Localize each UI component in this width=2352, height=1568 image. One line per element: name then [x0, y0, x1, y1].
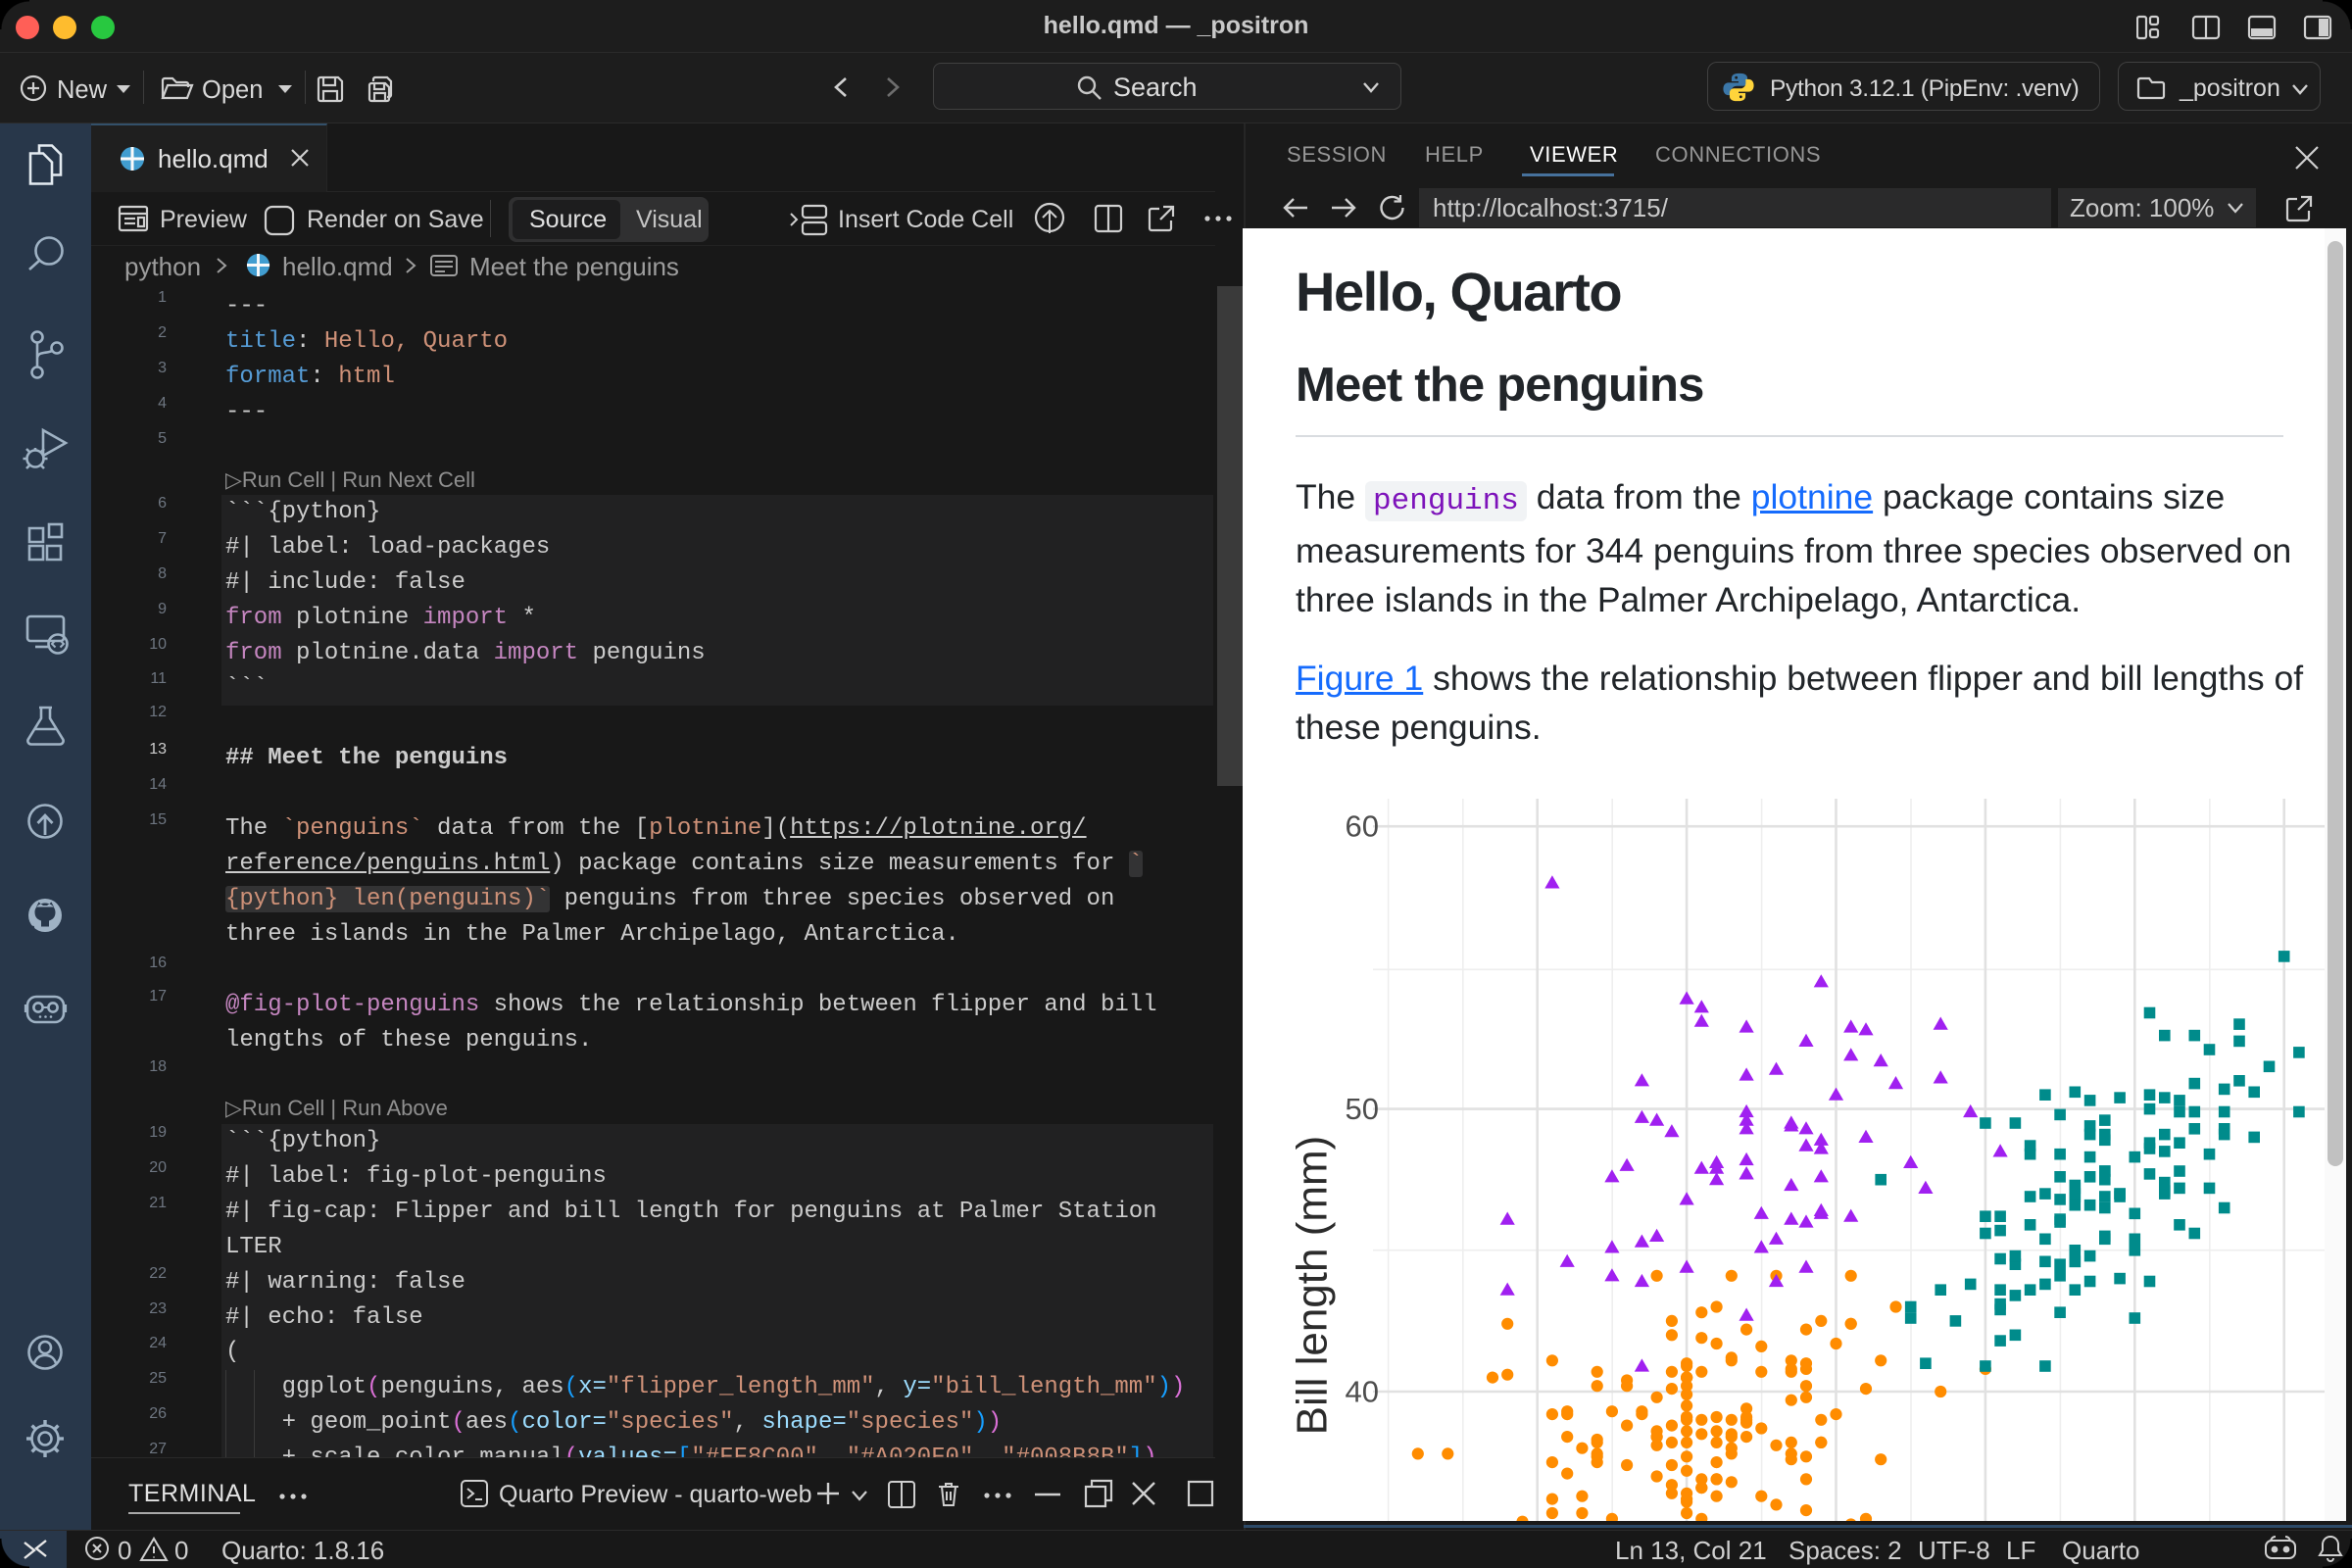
svg-text:Bill length (mm): Bill length (mm)	[1289, 1136, 1337, 1436]
svg-text:40: 40	[1346, 1374, 1379, 1408]
svg-text:60: 60	[1346, 809, 1379, 844]
svg-text:50: 50	[1346, 1092, 1379, 1126]
